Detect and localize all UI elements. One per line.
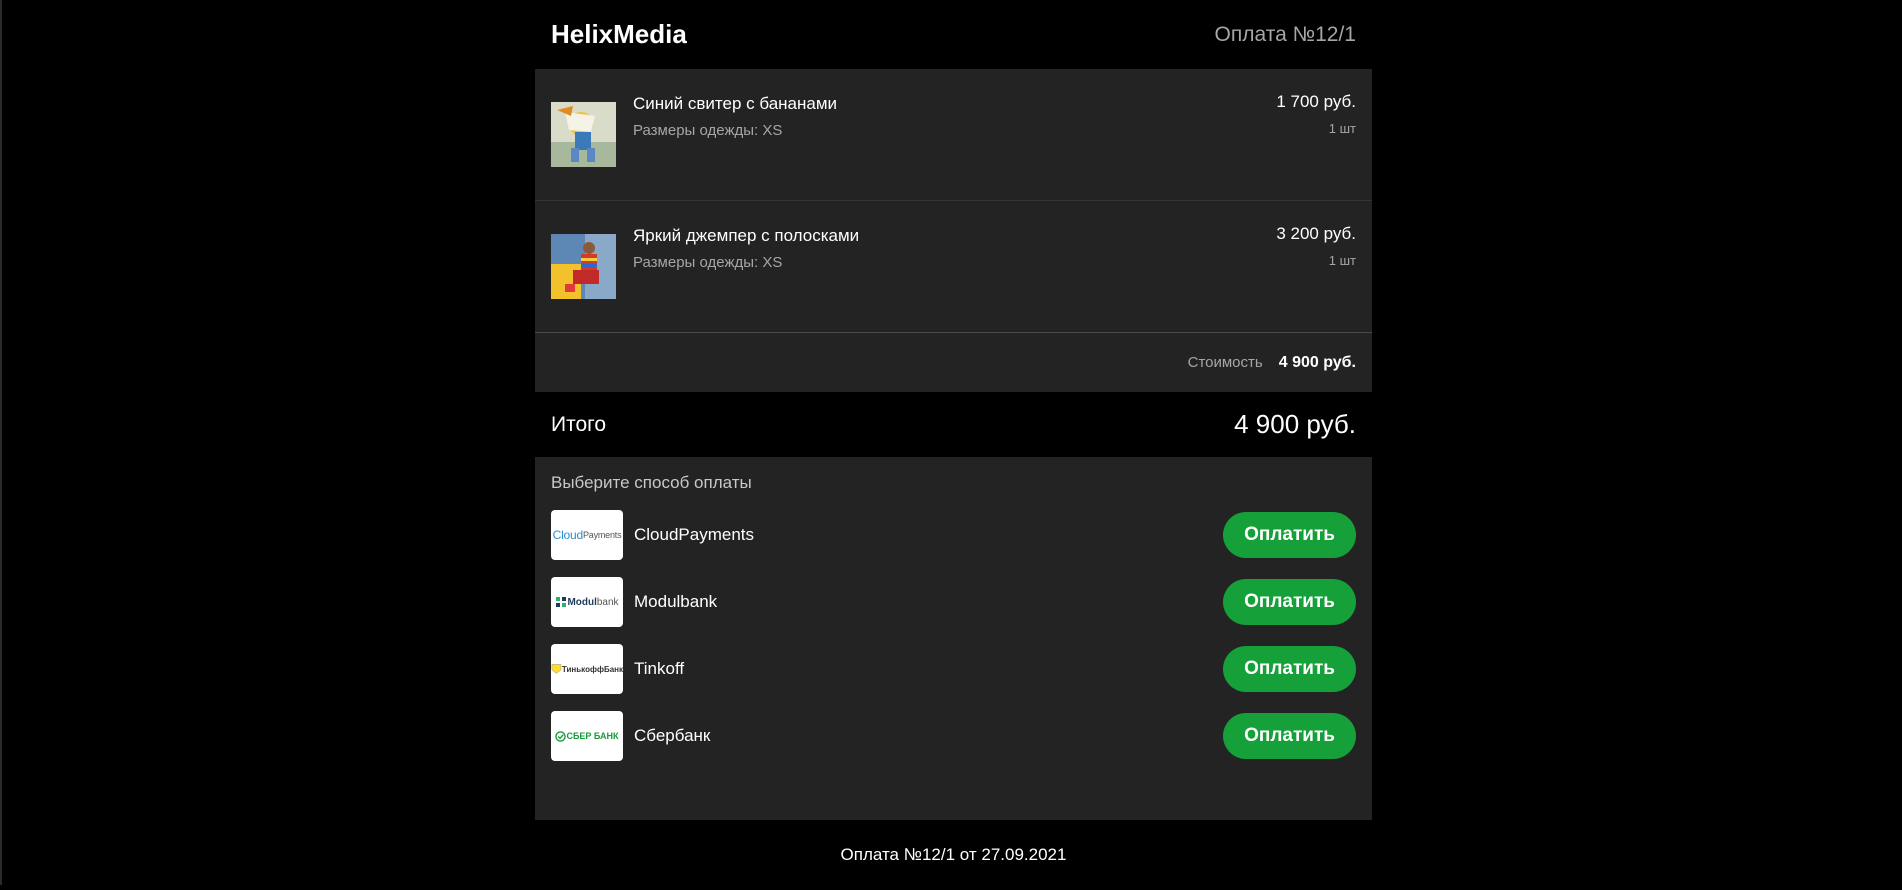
logo-text: Payments	[582, 530, 622, 540]
item-size: Размеры одежды: XS	[633, 122, 783, 139]
item-name[interactable]: Синий свитер с бананами	[633, 94, 837, 114]
method-name: Tinkoff	[634, 659, 685, 678]
cloudpayments-logo: Cloud Payments	[551, 510, 623, 560]
item-qty: 1 шт	[1328, 121, 1356, 136]
pay-button[interactable]: Оплатить	[1223, 646, 1356, 692]
tinkoff-shield-icon	[551, 664, 562, 674]
sberbank-logo: СБЕР БАНК	[551, 711, 623, 761]
pay-button[interactable]: Оплатить	[1223, 579, 1356, 625]
product-image[interactable]	[551, 234, 616, 299]
page-edge	[0, 0, 2, 885]
payment-method-tinkoff: ТинькоффБанк Tinkoff Оплатить	[551, 644, 1356, 694]
logo-text: ТинькоффБанк	[561, 664, 623, 674]
brand-title: HelixMedia	[551, 19, 687, 49]
logo-text: Cloud	[552, 528, 584, 542]
total-row: Итого 4 900 руб.	[535, 392, 1372, 457]
logo-text: bank	[596, 596, 619, 608]
subtotal-row: Стоимость 4 900 руб.	[535, 333, 1372, 392]
sber-check-icon	[555, 730, 567, 742]
modulbank-mark-icon	[556, 597, 567, 607]
method-left: СБЕР БАНК Сбербанк	[551, 711, 710, 761]
item-price-col: 3 200 руб. 1 шт	[1276, 224, 1356, 268]
payment-method-modulbank: Modul bank Modulbank Оплатить	[551, 577, 1356, 627]
payment-method-sberbank: СБЕР БАНК Сбербанк Оплатить	[551, 711, 1356, 761]
pay-button[interactable]: Оплатить	[1223, 713, 1356, 759]
total-label: Итого	[551, 412, 607, 436]
payment-methods: Выберите способ оплаты Cloud Payments Clo…	[535, 457, 1372, 820]
header: HelixMedia Оплата №12/1	[535, 0, 1372, 69]
pay-button[interactable]: Оплатить	[1223, 512, 1356, 558]
item-price-col: 1 700 руб. 1 шт	[1276, 92, 1356, 136]
tinkoff-logo: ТинькоффБанк	[551, 644, 623, 694]
logo-text: Modul	[567, 596, 597, 608]
footer-text: Оплата №12/1 от 27.09.2021	[840, 845, 1067, 864]
subtotal-label: Стоимость	[1187, 354, 1263, 371]
cart: Синий свитер с бананами Размеры одежды: …	[535, 69, 1372, 392]
item-name[interactable]: Яркий джемпер с полосками	[633, 226, 859, 246]
item-price: 3 200 руб.	[1276, 224, 1356, 243]
product-image[interactable]	[551, 102, 616, 167]
item-size: Размеры одежды: XS	[633, 254, 783, 271]
method-name: CloudPayments	[634, 525, 755, 544]
checkout-container: HelixMedia Оплата №12/1 Синий свитер с б…	[535, 0, 1372, 890]
footer: Оплата №12/1 от 27.09.2021	[535, 820, 1372, 890]
total-value: 4 900 руб.	[1234, 409, 1356, 439]
item-qty: 1 шт	[1328, 253, 1356, 268]
modulbank-logo: Modul bank	[551, 577, 623, 627]
method-left: Cloud Payments CloudPayments	[551, 510, 754, 560]
method-name: Сбербанк	[634, 726, 711, 745]
subtotal-value: 4 900 руб.	[1278, 353, 1356, 371]
item-info: Синий свитер с бананами Размеры одежды: …	[633, 94, 837, 139]
cart-item: Яркий джемпер с полосками Размеры одежды…	[535, 201, 1372, 333]
payment-methods-title: Выберите способ оплаты	[551, 473, 752, 492]
payment-id: Оплата №12/1	[1214, 22, 1356, 46]
cart-item: Синий свитер с бананами Размеры одежды: …	[535, 69, 1372, 201]
logo-text: СБЕР БАНК	[566, 731, 619, 741]
method-left: ТинькоффБанк Tinkoff	[551, 644, 684, 694]
payment-method-cloudpayments: Cloud Payments CloudPayments Оплатить	[551, 510, 1356, 560]
method-name: Modulbank	[634, 592, 718, 611]
item-price: 1 700 руб.	[1276, 92, 1356, 111]
item-info: Яркий джемпер с полосками Размеры одежды…	[633, 226, 859, 271]
method-left: Modul bank Modulbank	[551, 577, 717, 627]
